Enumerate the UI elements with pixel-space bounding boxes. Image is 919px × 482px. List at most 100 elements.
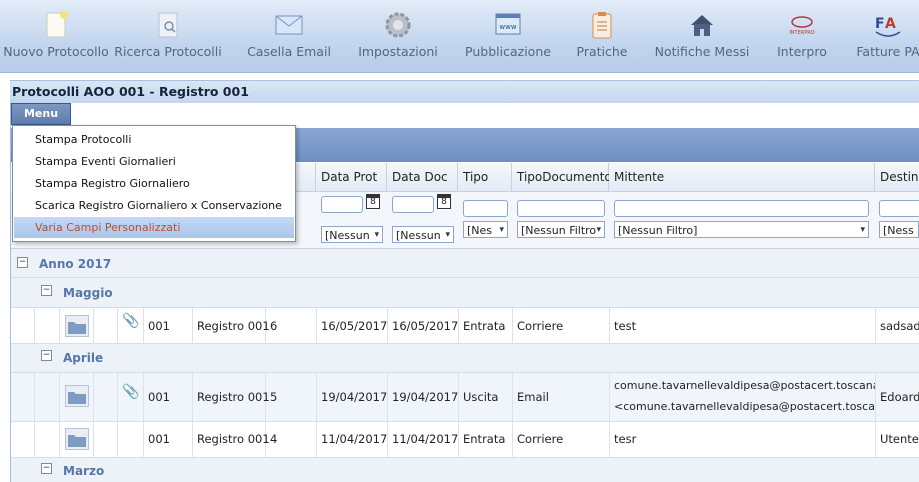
pratiche-button[interactable]: Pratiche [568, 0, 636, 72]
column-header-tipo-documento-label: TipoDocumento [517, 170, 612, 184]
column-header-mittente-label: Mittente [614, 170, 665, 184]
tipo-filter-input[interactable] [463, 200, 508, 217]
fatture-pa-label: Fatture PA [856, 44, 919, 59]
panel-title-bar: Protocolli AOO 001 - Registro 001 [10, 80, 919, 103]
cell-registro: Registro 001 [197, 432, 270, 446]
column-header-tipo-label: Tipo [463, 170, 489, 184]
collapse-icon[interactable]: − [41, 285, 52, 296]
attachment-icon[interactable]: 📎 [122, 384, 139, 400]
data-prot-filter-input[interactable] [321, 196, 363, 213]
fatture-pa-logo-icon: F A [875, 16, 901, 37]
cell-numero: 6 [270, 319, 278, 333]
group-row-year[interactable]: − Anno 2017 [11, 249, 919, 278]
new-document-icon [46, 11, 68, 38]
chevron-down-icon: ▾ [374, 230, 379, 240]
cell-tipo: Uscita [463, 390, 499, 404]
tipo-filter-value: [Nes [467, 224, 493, 237]
menu-item-scarica-registro[interactable]: Scarica Registro Giornaliero x Conservaz… [14, 195, 294, 216]
pubblicazione-label: Pubblicazione [465, 44, 551, 59]
cell-data-doc: 19/04/2017 [392, 390, 459, 404]
www-icon: www [495, 13, 521, 35]
main-toolbar: Nuovo Protocollo Ricerca Protocolli Case… [0, 0, 919, 73]
mittente-filter-input[interactable] [614, 200, 869, 217]
menu-button[interactable]: Menu [11, 103, 71, 125]
cell-aoo: 001 [148, 390, 170, 404]
menu-item-label: Varia Campi Personalizzati [35, 221, 181, 234]
collapse-icon[interactable]: − [41, 463, 52, 474]
calendar-icon[interactable]: 8 [437, 194, 451, 209]
destinatario-filter-select[interactable]: [Ness [879, 221, 919, 238]
mittente-filter-select[interactable]: [Nessun Filtro] ▾ [614, 221, 869, 238]
chevron-down-icon: ▾ [860, 225, 865, 235]
page-title: Protocolli AOO 001 - Registro 001 [12, 84, 249, 99]
cell-aoo: 001 [148, 432, 170, 446]
data-doc-filter-select[interactable]: [Nessun ▾ [392, 226, 454, 243]
cell-numero: 5 [270, 390, 278, 404]
group-label-maggio: Maggio [63, 286, 113, 300]
collapse-icon[interactable]: − [17, 257, 28, 268]
folder-icon[interactable] [65, 428, 89, 450]
ricerca-protocolli-label: Ricerca Protocolli [114, 44, 222, 59]
tipo-filter-select[interactable]: [Nes ▾ [463, 221, 508, 238]
pubblicazione-button[interactable]: www Pubblicazione [458, 0, 558, 72]
collapse-icon[interactable]: − [41, 350, 52, 361]
casella-email-button[interactable]: Casella Email [238, 0, 340, 72]
impostazioni-button[interactable]: Impostazioni [350, 0, 446, 72]
menu-item-varia-campi-personalizzati[interactable]: Varia Campi Personalizzati [14, 217, 294, 238]
email-icon [275, 15, 303, 35]
menu-item-stampa-registro-giornaliero[interactable]: Stampa Registro Giornaliero [14, 173, 294, 194]
destinatario-filter-value: [Ness [883, 224, 914, 237]
group-row-maggio[interactable]: − Maggio [11, 278, 919, 308]
column-header-mittente[interactable]: Mittente [609, 163, 875, 192]
column-header-tipo-documento[interactable]: TipoDocumento [512, 163, 612, 192]
folder-icon[interactable] [65, 385, 89, 407]
svg-text:F: F [875, 16, 885, 32]
menu-item-label: Scarica Registro Giornaliero x Conservaz… [35, 199, 282, 212]
attachment-icon[interactable]: 📎 [122, 313, 139, 329]
group-label-marzo: Marzo [63, 464, 105, 478]
calendar-icon[interactable]: 8 [366, 194, 380, 209]
interpro-button[interactable]: INTERPRO Interpro [766, 0, 838, 72]
cell-data-doc: 11/04/2017 [392, 432, 459, 446]
column-header-destinatario[interactable]: Destina [875, 163, 919, 192]
destinatario-filter-input[interactable] [879, 200, 919, 217]
data-doc-filter-input[interactable] [392, 196, 434, 213]
chevron-down-icon: ▾ [445, 230, 450, 240]
column-header-tipo[interactable]: Tipo [458, 163, 512, 192]
gear-icon [385, 12, 411, 38]
notifiche-messi-button[interactable]: Notifiche Messi [650, 0, 754, 72]
column-header-data-prot-label: Data Prot [321, 170, 378, 184]
nuovo-protocollo-button[interactable]: Nuovo Protocollo [0, 0, 112, 72]
ricerca-protocolli-button[interactable]: Ricerca Protocolli [112, 0, 224, 72]
group-row-marzo[interactable]: − Marzo [11, 458, 919, 482]
menu-item-label: Stampa Eventi Giornalieri [35, 155, 176, 168]
cell-registro: Registro 001 [197, 390, 270, 404]
interpro-logo-icon: INTERPRO [789, 16, 815, 36]
folder-icon[interactable] [65, 315, 89, 337]
cell-mittente: comune.tavarnellevaldipesa@postacert.tos… [614, 379, 875, 413]
cell-registro: Registro 001 [197, 319, 270, 333]
chevron-down-icon: ▾ [499, 225, 504, 235]
svg-text:A: A [885, 16, 896, 32]
svg-text:www: www [499, 23, 516, 31]
menu-item-stampa-eventi-giornalieri[interactable]: Stampa Eventi Giornalieri [14, 151, 294, 172]
table-row[interactable]: 001 Registro 001 4 11/04/2017 11/04/2017… [11, 422, 919, 458]
column-header-data-prot[interactable]: Data Prot [316, 163, 387, 192]
table-row[interactable]: 📎 001 Registro 001 5 19/04/2017 19/04/20… [11, 373, 919, 422]
interpro-label: Interpro [777, 44, 827, 59]
mittente-filter-value: [Nessun Filtro] [618, 224, 698, 237]
data-prot-filter-select[interactable]: [Nessun ▾ [321, 226, 383, 243]
cell-numero: 4 [270, 432, 278, 446]
group-label-aprile: Aprile [63, 351, 104, 365]
cell-tipo-documento: Email [517, 390, 549, 404]
tipo-documento-filter-input[interactable] [517, 200, 605, 217]
casella-email-label: Casella Email [247, 44, 331, 59]
menu-item-stampa-protocolli[interactable]: Stampa Protocolli [14, 129, 294, 150]
table-row[interactable]: 📎 001 Registro 001 6 16/05/2017 16/05/20… [11, 308, 919, 344]
group-row-aprile[interactable]: − Aprile [11, 344, 919, 373]
group-label-year: Anno 2017 [39, 257, 112, 271]
fatture-pa-button[interactable]: F A Fatture PA [848, 0, 919, 72]
column-header-data-doc[interactable]: Data Doc [387, 163, 458, 192]
cell-destinatario: Utente 0 [880, 432, 919, 446]
tipo-documento-filter-select[interactable]: [Nessun Filtro ▾ [517, 221, 605, 238]
